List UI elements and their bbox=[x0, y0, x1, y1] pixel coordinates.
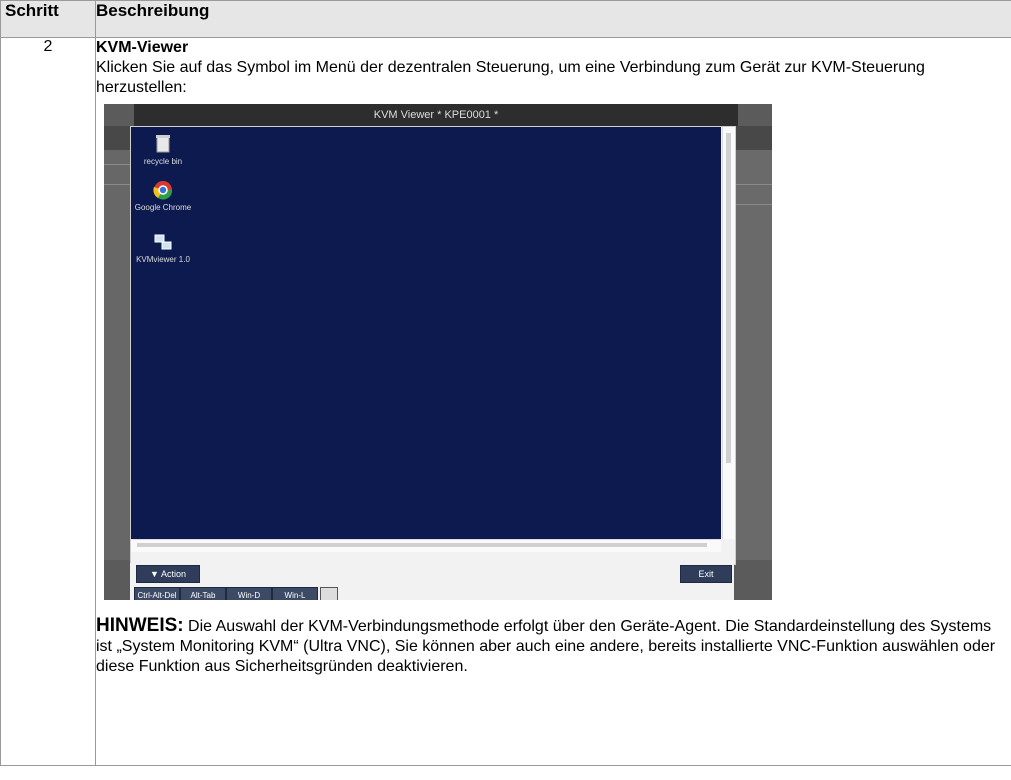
step-intro-text: Klicken Sie auf das Symbol im Menü der d… bbox=[96, 59, 925, 96]
kvm-window: recycle bin Google Chrome KVMviewer 1.0 bbox=[130, 126, 736, 565]
alt-tab-button[interactable]: Alt-Tab bbox=[180, 587, 226, 600]
ctrl-alt-del-button[interactable]: Ctrl-Alt-Del bbox=[134, 587, 180, 600]
exit-button[interactable]: Exit bbox=[680, 565, 732, 583]
desktop-icon-label: recycle bin bbox=[143, 157, 183, 166]
desktop-icon-label: Google Chrome bbox=[134, 203, 192, 212]
network-icon bbox=[154, 234, 172, 250]
kvm-bottom-bar: ▼ Action Exit Ctrl-Alt-Del Alt-Tab Win-D… bbox=[130, 563, 734, 600]
vertical-scrollbar[interactable] bbox=[722, 127, 735, 539]
action-button[interactable]: ▼ Action bbox=[136, 565, 200, 583]
header-schritt: Schritt bbox=[0, 0, 96, 38]
desktop-icon-kvmviewer[interactable]: KVMviewer 1.0 bbox=[133, 231, 193, 264]
table-row: 2 KVM-Viewer Klicken Sie auf das Symbol … bbox=[0, 37, 1011, 766]
kvm-viewer-screenshot: KVM Viewer * KPE0001 * recycle bin Googl… bbox=[104, 104, 772, 600]
table-header-row: Schritt Beschreibung bbox=[0, 0, 1011, 38]
win-l-button[interactable]: Win-L bbox=[272, 587, 318, 600]
chrome-icon bbox=[153, 181, 173, 200]
horizontal-scrollbar[interactable] bbox=[131, 539, 721, 552]
step-number: 2 bbox=[0, 37, 96, 766]
kvm-window-title: KVM Viewer * KPE0001 * bbox=[134, 104, 738, 126]
note-paragraph: HINWEIS: Die Auswahl der KVM-Verbindungs… bbox=[96, 606, 1011, 677]
recycle-bin-icon bbox=[156, 135, 170, 153]
header-beschreibung: Beschreibung bbox=[95, 0, 1011, 38]
step-description: KVM-Viewer Klicken Sie auf das Symbol im… bbox=[95, 37, 1011, 766]
instruction-table: Schritt Beschreibung 2 KVM-Viewer Klicke… bbox=[0, 0, 1011, 766]
step-title: KVM-Viewer bbox=[96, 39, 189, 56]
desktop-icon-label: KVMviewer 1.0 bbox=[136, 255, 190, 264]
win-d-button[interactable]: Win-D bbox=[226, 587, 272, 600]
monitor-icon[interactable] bbox=[320, 587, 338, 600]
desktop-icon-chrome[interactable]: Google Chrome bbox=[133, 179, 193, 212]
note-text: Die Auswahl der KVM-Verbindungsmethode e… bbox=[96, 618, 996, 675]
note-label: HINWEIS: bbox=[96, 615, 184, 636]
background-left-panel bbox=[104, 150, 130, 560]
desktop-icon-recycle-bin[interactable]: recycle bin bbox=[133, 133, 193, 166]
remote-desktop[interactable]: recycle bin Google Chrome KVMviewer 1.0 bbox=[131, 127, 721, 539]
background-right-panel bbox=[732, 150, 772, 560]
